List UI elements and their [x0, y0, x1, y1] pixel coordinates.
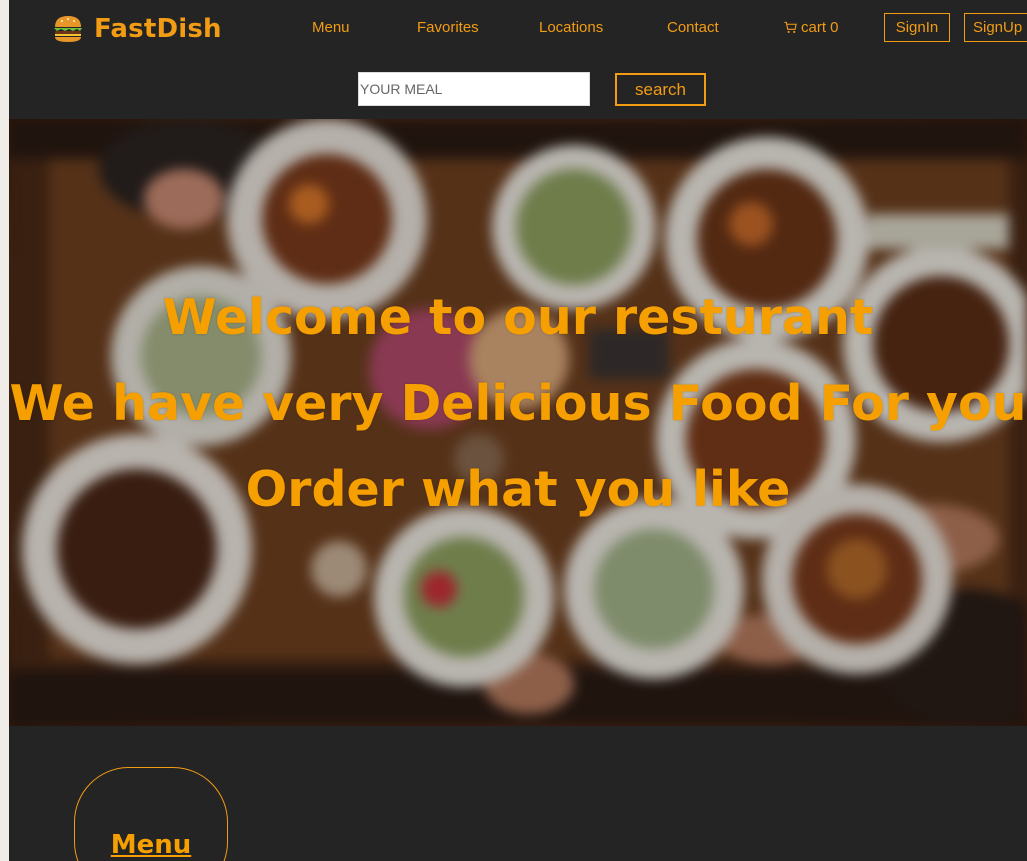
menu-card-title[interactable]: Menu — [75, 830, 227, 860]
hero-heading-order: Order what you like — [245, 461, 791, 518]
search-button[interactable]: search — [615, 73, 706, 106]
burger-icon — [54, 16, 82, 42]
nav-link-contact[interactable]: Contact — [667, 19, 719, 36]
nav-link-menu[interactable]: Menu — [312, 19, 350, 36]
cart-icon — [784, 21, 797, 33]
menu-card[interactable]: Menu — [74, 767, 228, 861]
nav-link-favorites[interactable]: Favorites — [417, 19, 479, 36]
cart-label: cart 0 — [801, 19, 839, 36]
brand-logo[interactable]: FastDish — [51, 12, 222, 46]
signin-button[interactable]: SignIn — [884, 13, 950, 42]
page: FastDish Menu Favorites Locations Contac… — [9, 0, 1027, 861]
hero-banner: Welcome to our resturant We have very De… — [9, 119, 1027, 726]
navbar: FastDish Menu Favorites Locations Contac… — [9, 0, 1027, 58]
signup-button[interactable]: SignUp — [964, 13, 1027, 42]
hero-heading-welcome: Welcome to our resturant — [162, 289, 874, 346]
search-input[interactable] — [358, 72, 590, 106]
nav-link-locations[interactable]: Locations — [539, 19, 603, 36]
hero-heading-delicious: We have very Delicious Food For you — [9, 375, 1027, 432]
brand-name: FastDish — [94, 14, 222, 44]
cart-link[interactable]: cart 0 — [784, 19, 839, 36]
